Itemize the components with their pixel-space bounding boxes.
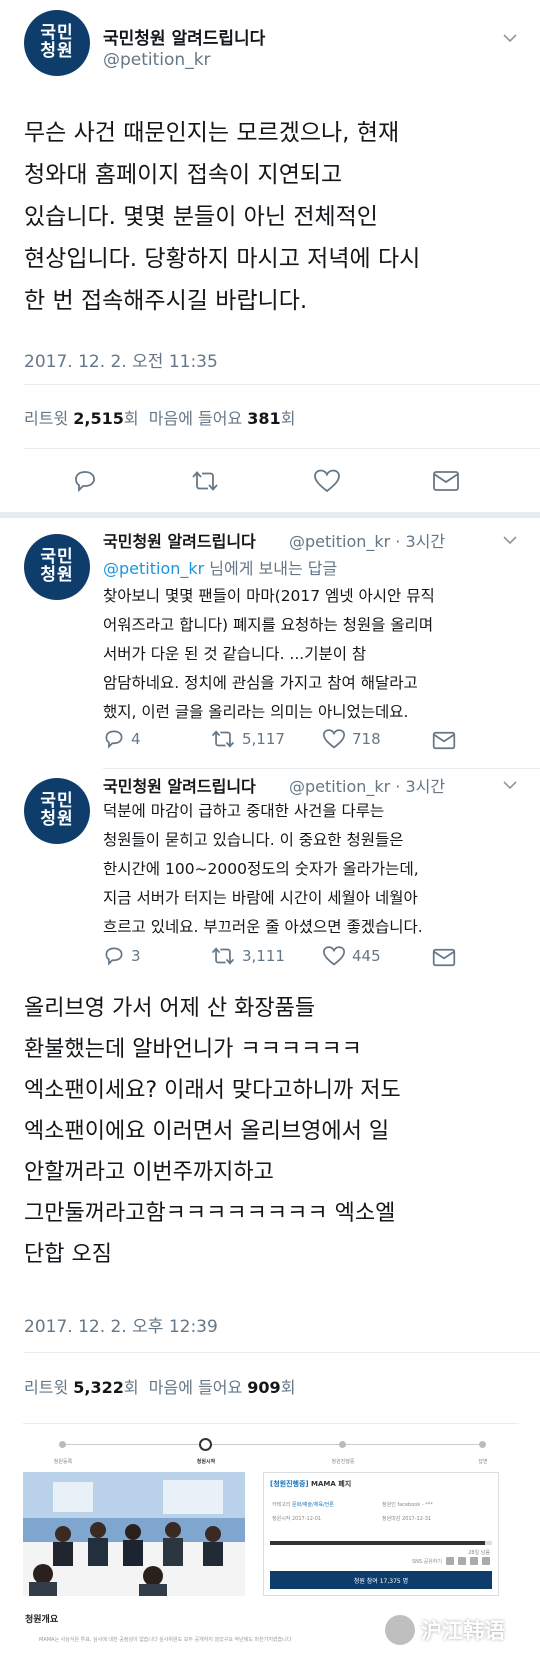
like-button[interactable]: 718 — [322, 728, 381, 750]
step-dot — [479, 1441, 486, 1448]
quote-tweet-timestamp[interactable]: 2017. 12. 2. 오후 12:39 — [24, 1312, 218, 1337]
message-icon[interactable] — [432, 731, 456, 750]
step-dot — [59, 1441, 66, 1448]
heart-icon — [322, 729, 346, 749]
reply-text: 찾아보니 몇몇 팬들이 마마(2017 엠넷 아시안 뮤직 어워즈라고 합니다)… — [103, 587, 435, 721]
divider — [24, 1352, 540, 1353]
step-dot-active — [199, 1438, 212, 1451]
petition-card: [청원진행중] MAMA 폐지 카테고리 문화/예술/체육/언론 청원인 fac… — [263, 1472, 499, 1596]
chevron-down-icon[interactable] — [502, 532, 518, 548]
message-icon[interactable] — [432, 948, 456, 967]
reply-count: 3 — [131, 947, 141, 965]
like-count: 445 — [352, 947, 381, 965]
petition-overview-title: 청원개요 — [25, 1615, 59, 1625]
like-button[interactable]: 445 — [322, 945, 381, 967]
petition-days-left: 28일 남음 — [468, 1550, 490, 1556]
reply-to-link[interactable]: @petition_kr — [103, 559, 204, 578]
petition-category: 카테고리 문화/예술/체육/언론 — [272, 1502, 334, 1508]
quote-stats: 리트윗 5,322회 마음에 들어요 909회 — [24, 1378, 296, 1397]
retweet-count: 5,117 — [242, 730, 285, 748]
retweet-count: 3,111 — [242, 947, 285, 965]
reply-text: 덕분에 마감이 급하고 중대한 사건을 다루는 청원들이 묻히고 있습니다. 이… — [103, 802, 423, 936]
petition-vote-button[interactable]: 청원 참여 17,375 명 — [270, 1571, 492, 1589]
reply-account-name[interactable]: 국민청원 알려드립니다 — [103, 773, 256, 797]
petition-overview-text: MAMA는 사상식은 투표, 심사에 대한 공정성이 없습니다 심사위원도 모두… — [39, 1637, 292, 1643]
retweet-icon[interactable] — [190, 469, 220, 493]
retweet-icon — [211, 730, 235, 748]
link-icon[interactable] — [482, 1557, 490, 1565]
tweet-timestamp[interactable]: 2017. 12. 2. 오전 11:35 — [24, 347, 218, 372]
step-dot — [339, 1441, 346, 1448]
chevron-down-icon[interactable] — [502, 777, 518, 793]
petition-end: 청원마감 2017-12-31 — [382, 1516, 432, 1522]
avatar[interactable]: 국민 청원 — [24, 10, 90, 76]
facebook-icon[interactable] — [446, 1557, 454, 1565]
message-icon[interactable] — [432, 470, 460, 492]
reply-button[interactable]: 3 — [103, 945, 141, 967]
divider — [24, 448, 540, 449]
reply-icon — [105, 730, 123, 749]
retweet-button[interactable]: 3,111 — [210, 945, 285, 967]
section-separator — [0, 512, 540, 518]
step-label: 청원등록 — [53, 1459, 73, 1465]
petition-progress-bar — [270, 1541, 492, 1545]
retweet-count[interactable]: 2,515 — [73, 409, 124, 428]
reply-count: 4 — [131, 730, 141, 748]
reply-icon[interactable] — [72, 468, 98, 494]
heart-icon — [322, 946, 346, 966]
retweet-button[interactable]: 5,117 — [210, 728, 285, 750]
petition-progress-fill — [270, 1541, 486, 1545]
retweet-icon — [211, 947, 235, 965]
quote-tweet-text: 올리브영 가서 어제 산 화장품들 환불했는데 알바언니가 ㅋㅋㅋㅋㅋㅋ 엑소팬… — [24, 996, 401, 1267]
retweet-count[interactable]: 5,322 — [73, 1378, 124, 1397]
step-label: 청원진행중 — [331, 1459, 355, 1465]
account-handle[interactable]: @petition_kr — [103, 50, 211, 70]
meeting-photo — [23, 1472, 245, 1596]
embedded-petition-screenshot: 청원등록 청원시작 청원진행중 답변 [청원진행중] MAMA 폐지 카테고리 … — [23, 1423, 519, 1653]
like-count[interactable]: 381 — [247, 409, 280, 428]
petition-step-indicator: 청원등록 청원시작 청원진행중 답변 — [43, 1436, 499, 1466]
twitter-icon[interactable] — [458, 1557, 466, 1565]
step-label: 청원시작 — [196, 1459, 216, 1465]
like-count[interactable]: 909 — [247, 1378, 280, 1397]
petition-author: 청원인 facebook - *** — [382, 1502, 433, 1508]
chevron-down-icon[interactable] — [502, 30, 518, 46]
divider — [24, 384, 540, 385]
reply-account-name[interactable]: 국민청원 알려드립니다 — [103, 528, 256, 552]
reply-handle[interactable]: @petition_kr · 3시간 — [289, 528, 445, 552]
petition-start: 청원시작 2017-12-01 — [272, 1516, 322, 1522]
avatar[interactable]: 국민 청원 — [24, 534, 90, 600]
reply-to-line: @petition_kr 님에게 보내는 답글 — [103, 559, 338, 578]
sns-share: SNS 공유하기 — [412, 1557, 490, 1565]
divider — [103, 768, 540, 769]
watermark: 沪江韩语 — [385, 1615, 505, 1645]
avatar[interactable]: 국민 청원 — [24, 778, 90, 844]
step-line — [59, 1444, 483, 1445]
watermark-logo-icon — [385, 1615, 415, 1645]
kakao-icon[interactable] — [470, 1557, 478, 1565]
reply-icon — [105, 947, 123, 966]
petition-title: [청원진행중] MAMA 폐지 — [270, 1480, 352, 1488]
reply-button[interactable]: 4 — [103, 728, 141, 750]
reply-handle[interactable]: @petition_kr · 3시간 — [289, 773, 445, 797]
account-name[interactable]: 국민청원 알려드립니다 — [103, 24, 265, 49]
like-count: 718 — [352, 730, 381, 748]
tweet-text: 무슨 사건 때문인지는 모르겠으나, 현재 청와대 홈페이지 접속이 지연되고 … — [24, 120, 421, 314]
step-label: 답변 — [478, 1459, 488, 1465]
meeting-photo-illustration — [23, 1472, 245, 1596]
heart-icon[interactable] — [313, 468, 341, 494]
main-stats: 리트윗 2,515회 마음에 들어요 381회 — [24, 409, 296, 428]
